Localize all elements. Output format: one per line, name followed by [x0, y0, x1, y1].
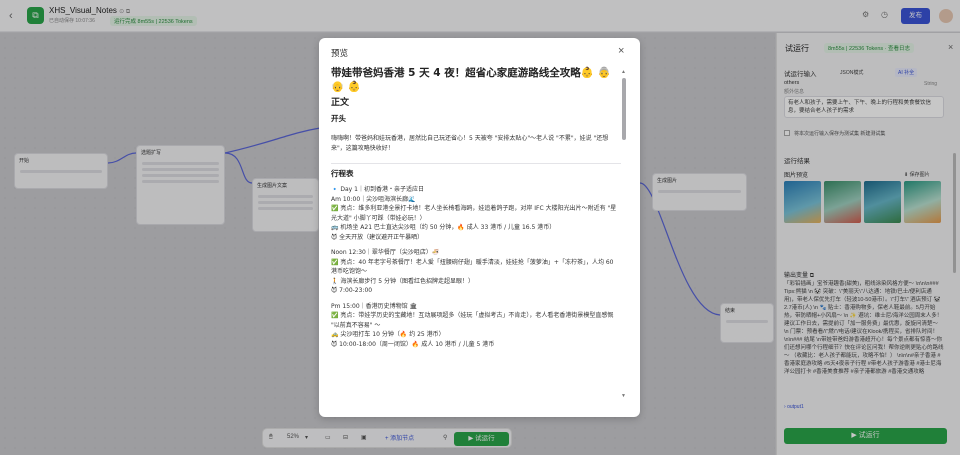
- schedule-noon-transport: 🚶 海滨长廊步行 5 分钟（图看红色招牌走超显眼！）: [331, 277, 475, 285]
- schedule-noon-highlight: ✅ 亮点：40 年老字号茶餐厅！老人爱「扭腰碗仔翅」暖手清淡，娃娃抢「菠萝油」+…: [331, 258, 614, 276]
- note-heading: 带娃带爸妈香港 5 天 4 夜！超省心家庭游路线全攻略👶 👵 👴 👶: [331, 67, 611, 93]
- section-opening-heading: 开头: [331, 114, 346, 123]
- schedule-am-time: Am 10:00｜尖沙咀海滨长廊🌊: [331, 195, 416, 203]
- scroll-down-icon[interactable]: ▼: [621, 393, 626, 399]
- section-body-heading: 正文: [331, 98, 350, 108]
- day-heading: 🔹 Day 1｜初到香港・亲子适应日: [331, 186, 424, 193]
- divider: [331, 163, 621, 164]
- preview-modal: 预览 × 带娃带爸妈香港 5 天 4 夜！超省心家庭游路线全攻略👶 👵 👴 👶 …: [319, 38, 640, 417]
- section-itinerary-heading: 行程表: [331, 169, 354, 178]
- schedule-pm-transport: 🚕 尖沙咀打车 10 分钟（🔥 约 25 港币）: [331, 331, 445, 338]
- close-icon[interactable]: ×: [618, 45, 624, 57]
- modal-scrollbar[interactable]: [622, 78, 626, 140]
- preview-content: 带娃带爸妈香港 5 天 4 夜！超省心家庭游路线全攻略👶 👵 👴 👶 正文 开头…: [331, 66, 621, 404]
- schedule-am-hours: 😈 全天开放（建议避开正午暴晒）: [331, 233, 424, 241]
- schedule-pm-highlight: ✅ 亮点：带娃学历史的宝藏地！互动展项超多（娃玩「虚拟考古」不肯走），老人看老香…: [331, 312, 614, 329]
- schedule-am-transport: 🚌 机场坐 A21 巴士直达尖沙咀（约 50 分钟，🔥 成人 33 港币 / 儿…: [331, 224, 556, 231]
- scroll-up-icon[interactable]: ▲: [621, 69, 626, 75]
- opening-text: 嗨嗨啊！带爸妈和娃玩香港，居然比自己玩还省心！5 天被夸 "安排太贴心"～老人说…: [331, 135, 609, 152]
- schedule-noon-time: Noon 12:30｜翠华餐厅（尖沙咀店）🍜: [331, 249, 440, 256]
- modal-title: 预览: [331, 48, 349, 58]
- schedule-am-highlight: ✅ 亮点：维多利亚港全景打卡地！老人坐长椅看海鸥，娃追着鸽子跑，对岸 IFC 大…: [331, 205, 617, 222]
- schedule-pm-time: Pm 15:00｜香港历史博物馆 🏛: [331, 302, 418, 310]
- schedule-noon-hours: 😈 7:00-23:00: [331, 287, 373, 294]
- schedule-pm-hours: 😈 10:00-18:00（周一闭馆）🔥 成人 10 港币 / 儿童 5 港币: [331, 340, 495, 348]
